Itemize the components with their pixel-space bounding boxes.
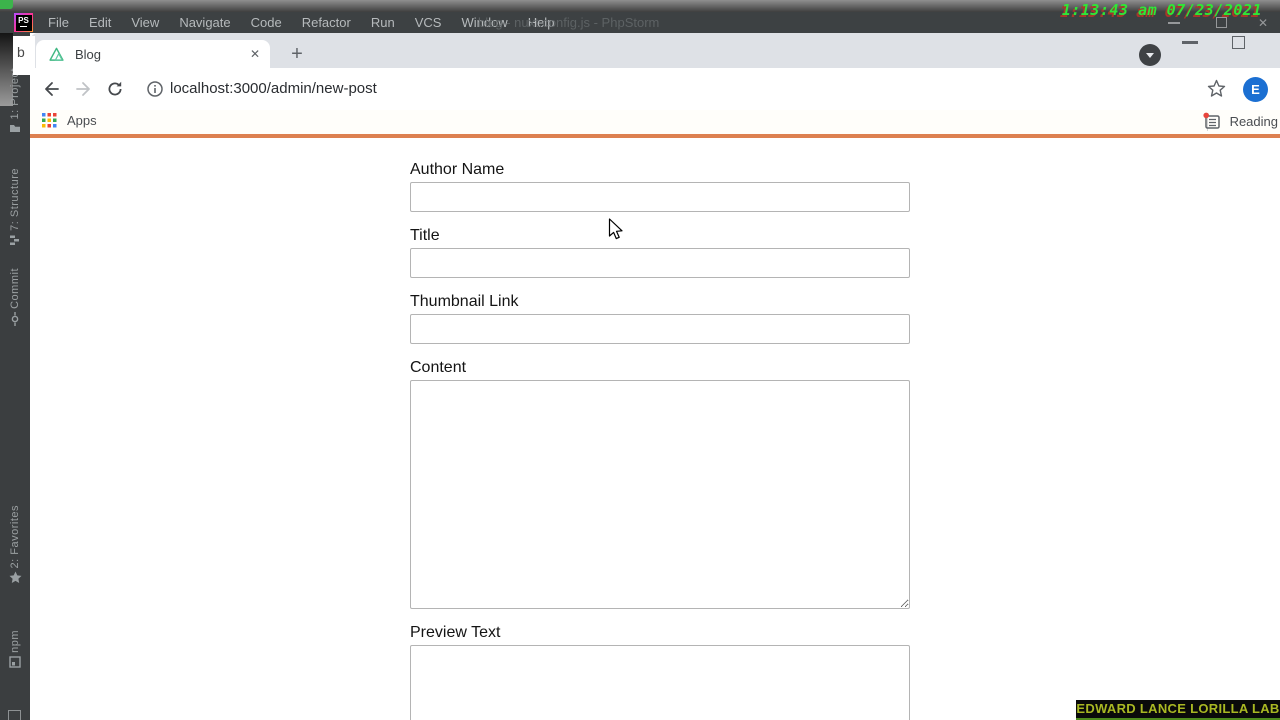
star-icon <box>9 571 21 584</box>
watermark-banner: EDWARD LANCE LORILLA LAB <box>1076 700 1280 720</box>
folder-icon <box>10 125 20 133</box>
form-group-thumbnail: Thumbnail Link <box>410 293 910 344</box>
form-group-author: Author Name <box>410 161 910 212</box>
recording-timestamp: 1:13:43 am 07/23/2021 <box>1061 1 1262 19</box>
site-info-icon[interactable] <box>146 80 164 98</box>
browser-tab[interactable]: Blog ✕ <box>36 40 270 68</box>
author-name-input[interactable] <box>410 182 910 212</box>
title-input[interactable] <box>410 248 910 278</box>
project-label: 1: Project <box>9 68 21 120</box>
bookmark-star-icon[interactable] <box>1207 79 1226 98</box>
stripe-partial-icon <box>8 710 21 720</box>
content-label: Content <box>410 359 467 376</box>
phpstorm-logo-icon: PS <box>14 13 33 32</box>
back-icon[interactable] <box>42 80 60 98</box>
new-post-form: Author Name Title Thumbnail Link Content… <box>410 161 910 720</box>
form-group-title: Title <box>410 227 910 278</box>
ide-window-title: blog - nuxt.config.js - PhpStorm <box>478 15 660 30</box>
commit-icon <box>11 311 19 326</box>
preview-text-textarea[interactable] <box>410 645 910 720</box>
reload-icon[interactable] <box>106 80 124 98</box>
bookmarks-bar: Apps Reading <box>30 110 1280 134</box>
tab-search-button[interactable] <box>1139 44 1161 66</box>
menu-file[interactable]: File <box>38 12 79 33</box>
preview-text-label: Preview Text <box>410 624 501 641</box>
sidebar-item-npm[interactable]: npm <box>0 630 30 668</box>
thumbnail-link-label: Thumbnail Link <box>410 293 519 310</box>
sidebar-item-structure[interactable]: 7: Structure <box>0 168 30 246</box>
window-maximize-button[interactable] <box>1232 36 1245 49</box>
chevron-down-icon <box>1146 52 1154 58</box>
reading-list-icon <box>1202 112 1220 129</box>
reading-list-label: Reading <box>1229 114 1278 129</box>
apps-grid-icon <box>42 113 57 128</box>
forward-icon[interactable] <box>75 80 93 98</box>
menu-edit[interactable]: Edit <box>79 12 121 33</box>
author-name-label: Author Name <box>410 161 505 178</box>
form-group-preview: Preview Text <box>410 624 910 720</box>
reading-list-button[interactable]: Reading <box>1202 112 1278 131</box>
ide-tool-stripe: 1: Project 7: Structure Commit 2: Favori… <box>0 33 30 720</box>
tab-title: Blog <box>75 46 102 62</box>
structure-icon <box>10 235 19 245</box>
window-minimize-button[interactable] <box>1182 41 1198 44</box>
browser-toolbar: localhost:3000/admin/new-post E <box>30 68 1280 110</box>
phpstorm-logo-text: PS <box>18 15 29 25</box>
menu-view[interactable]: View <box>121 12 169 33</box>
nuxt-favicon-icon <box>49 47 64 61</box>
apps-shortcut[interactable]: Apps <box>42 113 97 128</box>
profile-avatar[interactable]: E <box>1243 77 1268 102</box>
form-group-content: Content <box>410 359 910 609</box>
favorites-label: 2: Favorites <box>9 505 21 569</box>
ide-panel-fragment: b <box>13 36 35 75</box>
mouse-cursor <box>608 218 623 240</box>
menu-code[interactable]: Code <box>241 12 292 33</box>
recorder-chip-icon <box>0 0 13 9</box>
menu-run[interactable]: Run <box>361 12 405 33</box>
new-tab-button[interactable]: + <box>284 42 310 68</box>
title-label: Title <box>410 227 440 244</box>
apps-label: Apps <box>67 113 97 128</box>
structure-label: 7: Structure <box>9 168 21 231</box>
tab-close-icon[interactable]: ✕ <box>248 47 262 61</box>
url-input[interactable]: localhost:3000/admin/new-post <box>170 80 377 97</box>
commit-label: Commit <box>9 268 21 309</box>
sidebar-item-project[interactable]: 1: Project <box>0 68 30 134</box>
menu-navigate[interactable]: Navigate <box>169 12 240 33</box>
thumbnail-link-input[interactable] <box>410 314 910 344</box>
content-textarea[interactable] <box>410 380 910 609</box>
menu-vcs[interactable]: VCS <box>405 12 452 33</box>
sidebar-item-favorites[interactable]: 2: Favorites <box>0 505 30 584</box>
sidebar-item-commit[interactable]: Commit <box>0 268 30 326</box>
npm-label: npm <box>9 630 21 653</box>
menu-refactor[interactable]: Refactor <box>292 12 361 33</box>
npm-icon <box>9 656 21 668</box>
